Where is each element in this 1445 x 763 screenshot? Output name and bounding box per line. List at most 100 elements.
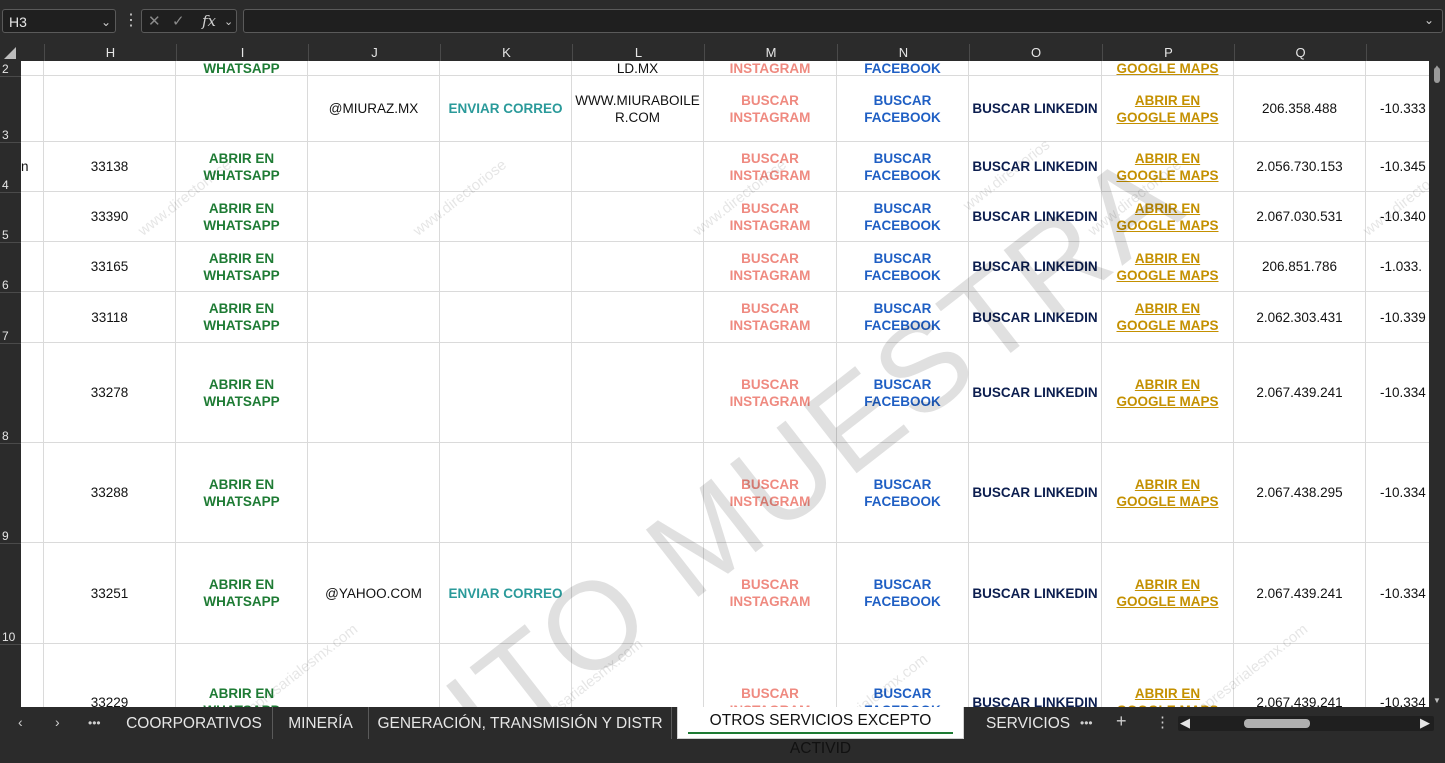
name-box[interactable]: H3 ⌄ (2, 9, 116, 33)
cell-n[interactable]: BUSCAR FACEBOOK (837, 142, 969, 192)
cell-l[interactable] (572, 142, 704, 192)
cell-m[interactable]: BUSCAR INSTAGRAM (704, 142, 837, 192)
scroll-down-icon[interactable]: ▼ (1433, 696, 1441, 705)
cell-j[interactable] (308, 242, 440, 292)
cell-m[interactable]: BUSCAR INSTAGRAM (704, 242, 837, 292)
cell-m[interactable]: BUSCAR INSTAGRAM (704, 292, 837, 343)
cell-n[interactable]: BUSCAR FACEBOOK (837, 292, 969, 343)
column-header[interactable]: O (969, 44, 1102, 61)
cell-n[interactable]: BUSCAR FACEBOOK (837, 242, 969, 292)
cell-h[interactable]: 33138 (44, 142, 176, 192)
cell-l[interactable] (572, 644, 704, 707)
cell-r[interactable]: -10.334 (1366, 543, 1429, 644)
cell-m[interactable]: BUSCAR INSTAGRAM (704, 192, 837, 242)
spreadsheet-grid[interactable]: 2 WHATSAPP LD.MX INSTAGRAM FACEBOOK GOOGLE MA… (0, 61, 1429, 707)
cell-q[interactable]: 2.067.439.241 (1234, 343, 1366, 443)
column-header[interactable]: N (837, 44, 969, 61)
cell-r[interactable]: -10.340 (1366, 192, 1429, 242)
cell-j[interactable] (308, 644, 440, 707)
expand-formula-icon[interactable]: ⌄ (1424, 13, 1434, 27)
cell-h[interactable] (44, 61, 176, 76)
cell-a[interactable] (21, 644, 44, 707)
cell-k[interactable] (440, 192, 572, 242)
cell-q[interactable]: 2.067.030.531 (1234, 192, 1366, 242)
sheet-tab-servicios[interactable]: SERVICIOS I (968, 707, 1072, 739)
cell-j[interactable] (308, 343, 440, 443)
row-header[interactable]: 3 (0, 76, 21, 142)
cell-q[interactable]: 2.067.439.241 (1234, 543, 1366, 644)
cell-i[interactable]: WHATSAPP (176, 61, 308, 76)
cell-j[interactable]: @YAHOO.COM (308, 543, 440, 644)
insert-function-icon[interactable]: fx (202, 12, 216, 30)
row-header[interactable]: 9 (0, 443, 21, 543)
cell-p[interactable]: ABRIR EN GOOGLE MAPS (1102, 242, 1234, 292)
more-sheets-right-icon[interactable]: ••• (1080, 716, 1093, 730)
cell-n[interactable]: FACEBOOK (837, 61, 969, 76)
cell-r[interactable] (1366, 61, 1429, 76)
cell-j[interactable] (308, 192, 440, 242)
cell-p[interactable]: ABRIR EN GOOGLE MAPS (1102, 543, 1234, 644)
cell-l[interactable] (572, 343, 704, 443)
chevron-down-icon[interactable]: ⌄ (101, 10, 111, 34)
cell-k[interactable]: ENVIAR CORREO (440, 543, 572, 644)
cell-q[interactable]: 2.056.730.153 (1234, 142, 1366, 192)
vertical-scrollbar[interactable]: ▲ ▼ (1429, 61, 1445, 707)
cell-i[interactable]: ABRIR EN WHATSAPP (176, 192, 308, 242)
column-header[interactable]: J (308, 44, 440, 61)
cell-k[interactable] (440, 242, 572, 292)
cell-r[interactable]: -10.334 (1366, 644, 1429, 708)
cell-o[interactable]: BUSCAR LINKEDIN (969, 192, 1102, 242)
row-header[interactable]: 10 (0, 543, 21, 644)
prev-sheet-icon[interactable]: ‹ (18, 714, 23, 730)
cell-p[interactable]: ABRIR EN GOOGLE MAPS (1102, 192, 1234, 242)
row-header[interactable]: 7 (0, 292, 21, 343)
cell-i[interactable]: ABRIR EN WHATSAPP (176, 292, 308, 343)
column-header[interactable] (1366, 44, 1445, 61)
cell-i[interactable]: ABRIR EN WHATSAPP (176, 644, 308, 707)
cell-q[interactable] (1234, 61, 1366, 76)
row-header[interactable]: 4 (0, 142, 21, 192)
cell-j[interactable] (308, 443, 440, 543)
cell-r[interactable]: -10.334 (1366, 343, 1429, 443)
column-header[interactable]: P (1102, 44, 1234, 61)
cell-a[interactable]: n (21, 142, 44, 192)
cell-h[interactable]: 33229 (44, 644, 176, 707)
scroll-thumb[interactable] (1434, 67, 1440, 83)
cell-m[interactable]: BUSCAR INSTAGRAM (704, 443, 837, 543)
cell-q[interactable]: 206.851.786 (1234, 242, 1366, 292)
row-header[interactable]: 2 (0, 61, 21, 76)
sheet-tab-mineria[interactable]: MINERÍA (273, 707, 369, 739)
sheet-tab-generacion[interactable]: GENERACIÓN, TRANSMISIÓN Y DISTR (369, 707, 672, 739)
kebab-icon[interactable]: ⋮ (1155, 713, 1170, 731)
cell-h[interactable]: 33390 (44, 192, 176, 242)
cancel-icon[interactable]: ✕ (148, 12, 161, 30)
column-header[interactable]: L (572, 44, 704, 61)
cell-j[interactable]: @MIURAZ.MX (308, 76, 440, 142)
cell-k[interactable] (440, 443, 572, 543)
cell-o[interactable]: BUSCAR LINKEDIN (969, 644, 1102, 707)
cell-a[interactable] (21, 76, 44, 142)
cell-o[interactable]: BUSCAR LINKEDIN (969, 292, 1102, 343)
cell-o[interactable]: BUSCAR LINKEDIN (969, 142, 1102, 192)
cell-q[interactable]: 2.067.439.241 (1234, 644, 1366, 707)
cell-h[interactable]: 33118 (44, 292, 176, 343)
cell-p[interactable]: ABRIR EN GOOGLE MAPS (1102, 76, 1234, 142)
cell-k[interactable] (440, 292, 572, 343)
column-header[interactable]: Q (1234, 44, 1366, 61)
select-all-icon[interactable] (4, 47, 16, 59)
cell-k[interactable] (440, 61, 572, 76)
cell-i[interactable]: ABRIR EN WHATSAPP (176, 343, 308, 443)
cell-n[interactable]: BUSCAR FACEBOOK (837, 343, 969, 443)
cell-j[interactable] (308, 61, 440, 76)
cell-h[interactable]: 33288 (44, 443, 176, 543)
cell-l[interactable] (572, 242, 704, 292)
cell-o[interactable]: BUSCAR LINKEDIN (969, 443, 1102, 543)
cell-l[interactable]: LD.MX (572, 61, 704, 76)
cell-r[interactable]: -10.345 (1366, 142, 1429, 192)
cell-a[interactable] (21, 543, 44, 644)
cell-n[interactable]: BUSCAR FACEBOOK (837, 76, 969, 142)
scroll-left-icon[interactable]: ◀ (1180, 715, 1190, 731)
cell-j[interactable] (308, 292, 440, 343)
cell-a[interactable] (21, 343, 44, 443)
chevron-down-icon[interactable]: ⌄ (224, 15, 233, 28)
